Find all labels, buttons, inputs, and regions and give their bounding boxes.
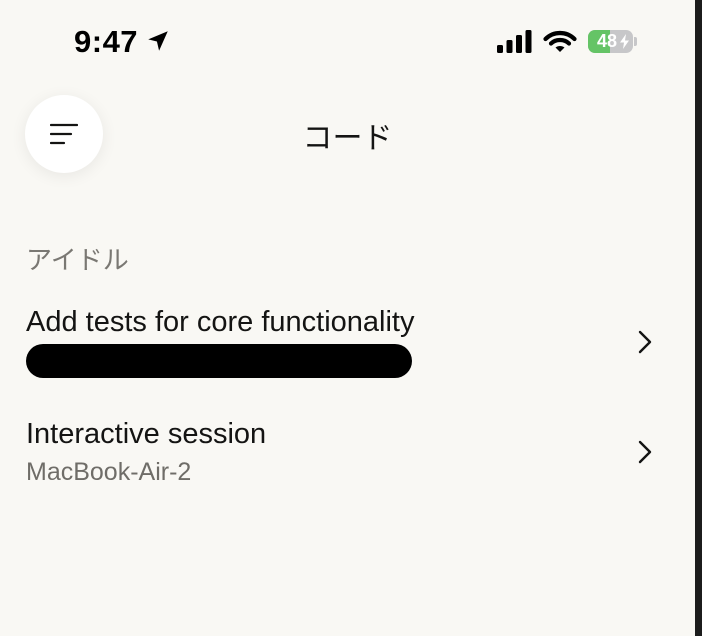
status-bar: 9:47 48 [0, 0, 695, 84]
battery-charging-icon [620, 34, 629, 49]
session-title: Interactive session [26, 418, 267, 450]
battery-indicator: 48 [588, 30, 633, 53]
wifi-icon [543, 30, 577, 52]
app-screen: 9:47 48 コード アイドル Add tests for core func… [0, 0, 695, 636]
status-time: 9:47 [74, 24, 139, 59]
cellular-signal-icon [497, 30, 532, 53]
session-item[interactable]: Interactive session MacBook-Air-2 [0, 412, 695, 508]
section-label-idle: アイドル [26, 245, 129, 275]
window-edge [695, 0, 702, 636]
redacted-subtitle [26, 344, 412, 378]
chevron-right-icon [638, 330, 652, 354]
battery-nub [634, 37, 637, 46]
location-arrow-icon [148, 31, 168, 51]
session-subtitle: MacBook-Air-2 [26, 458, 192, 486]
chevron-right-icon [638, 440, 652, 464]
session-item[interactable]: Add tests for core functionality [0, 300, 695, 396]
page-title: コード [302, 122, 393, 155]
session-title: Add tests for core functionality [26, 306, 415, 338]
